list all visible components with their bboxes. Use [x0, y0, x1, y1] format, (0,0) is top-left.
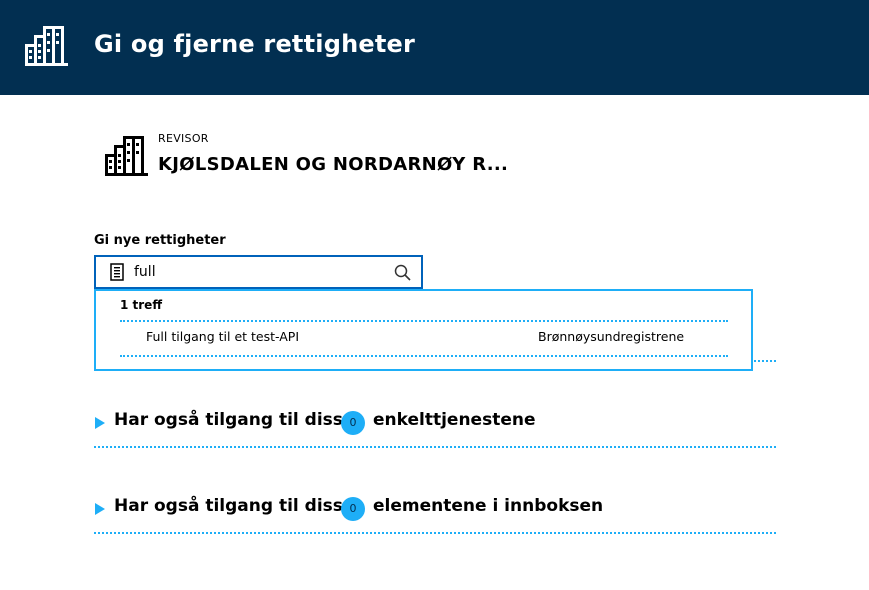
expander-prefix: Har også tilgang til disse [114, 410, 355, 430]
caret-right-icon [95, 417, 105, 429]
rights-search-box[interactable] [94, 255, 423, 289]
new-rights-label: Gi nye rettigheter [94, 233, 226, 248]
result-owner: Brønnøysundregistrene [538, 329, 685, 344]
expander-single-services[interactable]: Har også tilgang til disse 0 enkelttjene… [94, 409, 776, 439]
divider [94, 446, 776, 448]
count-badge: 0 [341, 411, 365, 435]
search-results-dropdown: 1 treff Full tilgang til et test-API Brø… [94, 289, 753, 371]
app-header: Gi og fjerne rettigheter [0, 0, 869, 95]
expander-suffix: enkelttjenestene [373, 410, 536, 430]
expander-prefix: Har også tilgang til disse [114, 496, 355, 516]
rights-search-input[interactable] [134, 262, 374, 282]
page-title: Gi og fjerne rettigheter [94, 30, 416, 58]
building-icon [105, 136, 148, 176]
divider [120, 355, 728, 357]
search-result-item[interactable]: Full tilgang til et test-API Brønnøysund… [120, 321, 728, 355]
organization-name: KJØLSDALEN OG NORDARNØY R... [158, 154, 509, 175]
organization-role: REVISOR [158, 132, 209, 145]
count-badge: 0 [341, 497, 365, 521]
building-icon [25, 26, 68, 66]
search-icon[interactable] [394, 264, 411, 281]
result-name: Full tilgang til et test-API [146, 329, 300, 344]
expander-suffix: elementene i innboksen [373, 496, 604, 516]
divider [94, 532, 776, 534]
expander-inbox-elements[interactable]: Har også tilgang til disse 0 elementene … [94, 495, 776, 525]
caret-right-icon [95, 503, 105, 515]
document-icon [110, 263, 124, 281]
results-count: 1 treff [120, 298, 163, 312]
